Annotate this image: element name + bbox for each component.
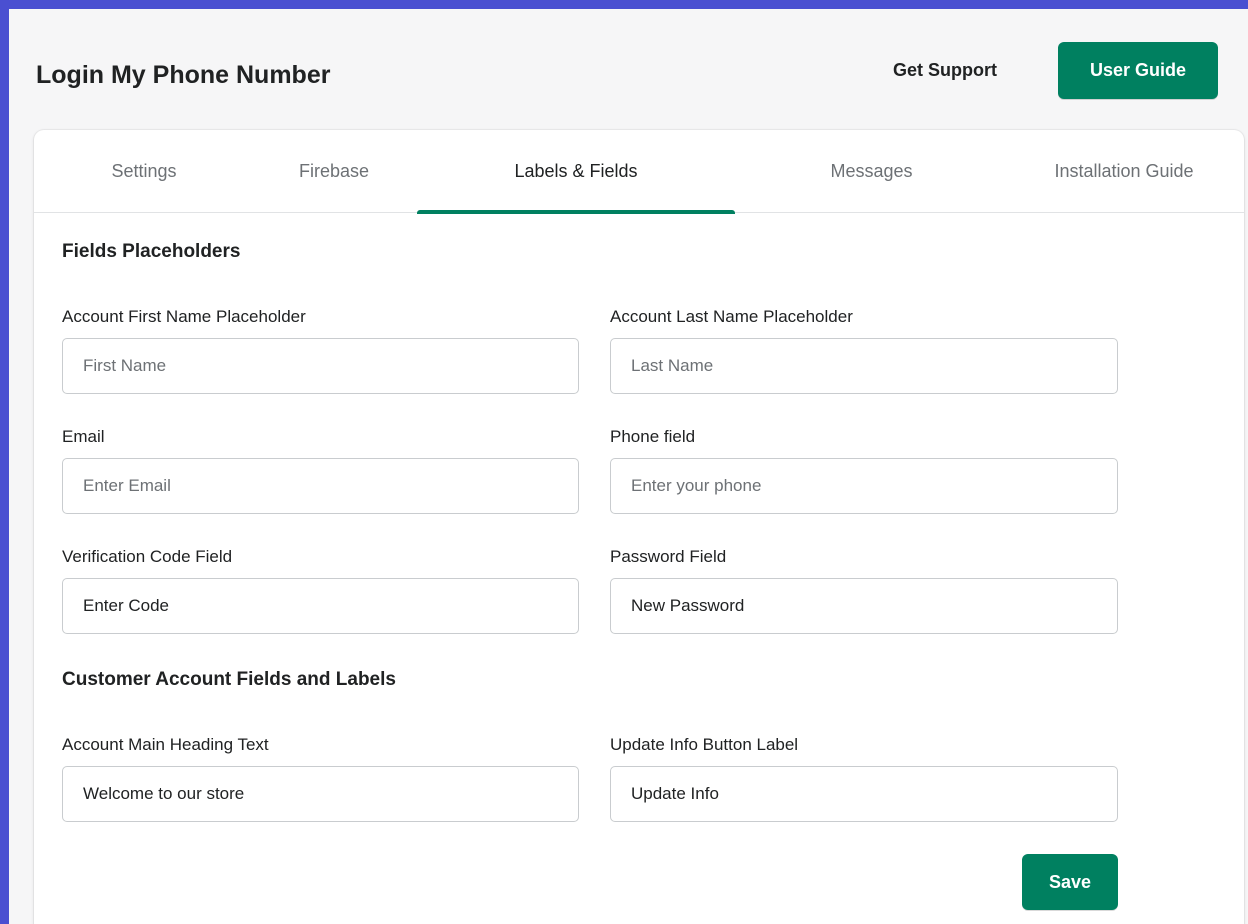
email-placeholder-input[interactable] bbox=[62, 458, 579, 514]
update-button-label: Update Info Button Label bbox=[610, 735, 799, 754]
tab-firebase[interactable]: Firebase bbox=[264, 130, 404, 213]
verification-code-label: Verification Code Field bbox=[62, 547, 233, 566]
tab-installation-guide[interactable]: Installation Guide bbox=[1024, 130, 1224, 213]
last-name-placeholder-input[interactable] bbox=[610, 338, 1118, 394]
save-button[interactable]: Save bbox=[1022, 854, 1118, 910]
fields-placeholders-heading: Fields Placeholders bbox=[62, 241, 241, 262]
tab-labels-fields[interactable]: Labels & Fields bbox=[417, 130, 735, 214]
tab-messages[interactable]: Messages bbox=[794, 130, 949, 213]
get-support-button[interactable]: Get Support bbox=[893, 60, 997, 81]
first-name-label: Account First Name Placeholder bbox=[62, 307, 306, 326]
tab-bar: Settings Firebase Labels & Fields Messag… bbox=[34, 130, 1244, 214]
password-label: Password Field bbox=[610, 547, 727, 566]
update-button-input[interactable] bbox=[610, 766, 1118, 822]
app-frame: Login My Phone Number Get Support User G… bbox=[0, 0, 1248, 924]
email-label: Email bbox=[62, 427, 105, 446]
page-title: Login My Phone Number bbox=[36, 61, 331, 89]
verification-code-input[interactable] bbox=[62, 578, 579, 634]
main-heading-label: Account Main Heading Text bbox=[62, 735, 269, 754]
main-heading-input[interactable] bbox=[62, 766, 579, 822]
last-name-label: Account Last Name Placeholder bbox=[610, 307, 853, 326]
phone-label: Phone field bbox=[610, 427, 696, 446]
tab-settings[interactable]: Settings bbox=[74, 130, 214, 213]
settings-card: Settings Firebase Labels & Fields Messag… bbox=[34, 130, 1244, 924]
user-guide-button[interactable]: User Guide bbox=[1058, 42, 1218, 99]
first-name-placeholder-input[interactable] bbox=[62, 338, 579, 394]
phone-placeholder-input[interactable] bbox=[610, 458, 1118, 514]
password-input[interactable] bbox=[610, 578, 1118, 634]
customer-account-heading: Customer Account Fields and Labels bbox=[62, 669, 396, 690]
